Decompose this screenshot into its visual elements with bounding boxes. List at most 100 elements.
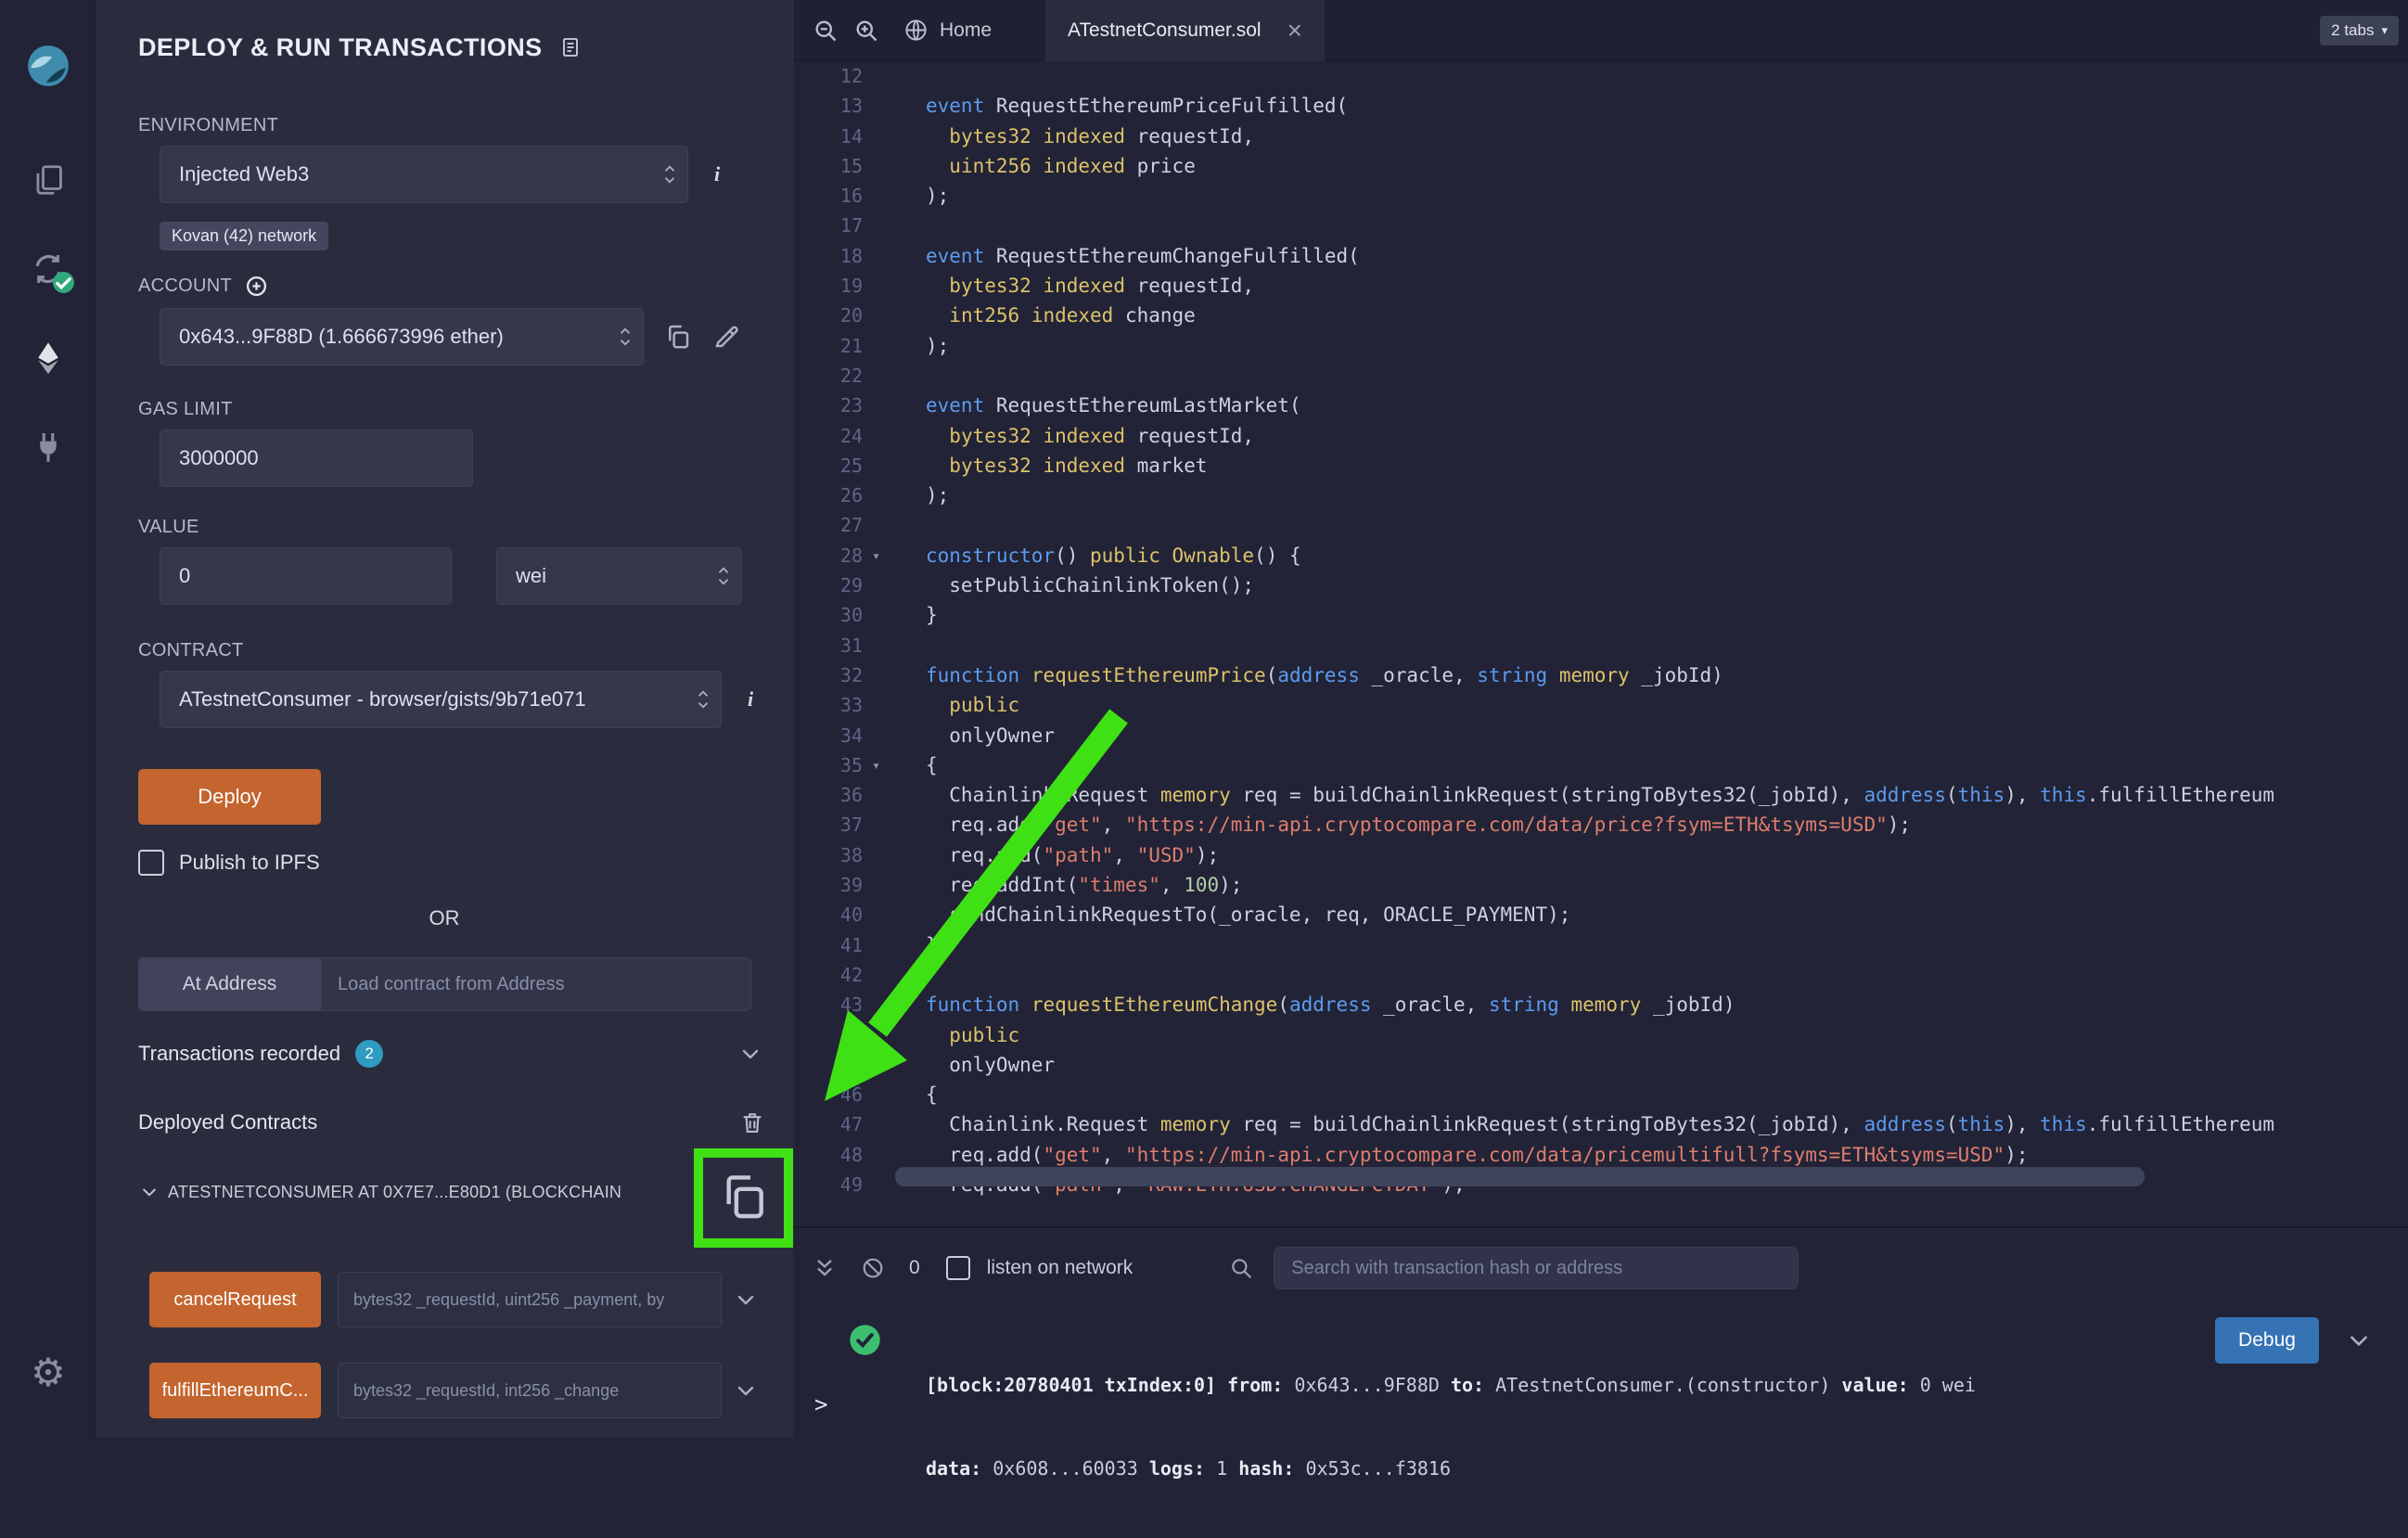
panel-title: DEPLOY & RUN TRANSACTIONS <box>138 33 543 62</box>
at-address-button[interactable]: At Address <box>138 957 321 1011</box>
chevron-down-icon[interactable] <box>735 1288 757 1311</box>
environment-value: Injected Web3 <box>179 162 309 186</box>
code-line-43: 43function requestEthereumChange(address… <box>794 990 2408 1019</box>
select-stepper-icon <box>661 162 678 187</box>
code-line-26: 26); <box>794 481 2408 510</box>
code-line-34: 34 onlyOwner <box>794 721 2408 750</box>
code-line-31: 31 <box>794 631 2408 660</box>
line-number: 19 <box>794 271 863 301</box>
settings-gear-icon[interactable]: ⚙ <box>28 1352 69 1393</box>
method-args-input[interactable]: bytes32 _requestId, int256 _change <box>338 1363 722 1418</box>
value-unit-select[interactable]: wei <box>496 547 742 605</box>
edit-account-pencil-icon[interactable] <box>712 323 740 351</box>
deploy-run-icon[interactable] <box>28 338 69 378</box>
code-text: event RequestEthereumPriceFulfilled( <box>926 91 1348 121</box>
transactions-recorded-label: Transactions recorded <box>138 1042 340 1066</box>
gas-limit-input[interactable] <box>160 429 473 487</box>
contract-info-icon[interactable]: i <box>748 687 753 711</box>
code-text: public <box>926 1020 1019 1050</box>
deployed-contract-header[interactable]: ATESTNETCONSUMER AT 0X7E7...E80D1 (BLOCK… <box>140 1178 687 1206</box>
code-text: Chainlink.Request memory req = buildChai… <box>926 780 2274 810</box>
code-text: } <box>926 600 938 630</box>
code-text: uint256 indexed price <box>926 151 1196 181</box>
terminal-search-input[interactable] <box>1274 1247 1799 1289</box>
at-address-input[interactable] <box>321 957 751 1011</box>
line-number: 16 <box>794 181 863 211</box>
close-tab-icon[interactable]: × <box>1287 18 1302 44</box>
at-address-row: At Address <box>138 957 751 1011</box>
line-number: 30 <box>794 600 863 630</box>
gas-limit-label: GAS LIMIT <box>138 399 794 420</box>
editor-region: Home ATestnetConsumer.sol × 2 tabs ▾ 121… <box>794 0 2408 1438</box>
line-number: 17 <box>794 211 863 240</box>
publish-ipfs-row: Publish to IPFS <box>138 849 794 877</box>
clear-console-icon[interactable] <box>861 1256 885 1280</box>
code-line-36: 36 Chainlink.Request memory req = buildC… <box>794 780 2408 810</box>
deployed-contracts-row: Deployed Contracts <box>138 1108 788 1137</box>
transaction-log-entry[interactable]: [block:20780401 txIndex:0] from: 0x643..… <box>794 1315 2408 1377</box>
editor-tabbar: Home ATestnetConsumer.sol × 2 tabs ▾ <box>794 0 2408 61</box>
line-number: 44 <box>794 1020 863 1050</box>
line-number: 21 <box>794 331 863 361</box>
code-text: req.addInt("times", 100); <box>926 870 1242 900</box>
plugin-manager-icon[interactable] <box>28 427 69 468</box>
add-account-plus-icon[interactable] <box>245 275 268 298</box>
debug-button[interactable]: Debug <box>2215 1317 2319 1364</box>
code-text: ); <box>926 181 949 211</box>
contract-method-row: cancelRequest bytes32 _requestId, uint256… <box>149 1271 794 1328</box>
code-text: sendChainlinkRequestTo(_oracle, req, ORA… <box>926 900 1570 929</box>
chevron-down-icon[interactable] <box>739 1043 762 1065</box>
method-args-input[interactable]: bytes32 _requestId, uint256 _payment, by <box>338 1272 722 1327</box>
chevron-down-icon[interactable] <box>2347 1328 2371 1352</box>
environment-select[interactable]: Injected Web3 <box>160 146 688 203</box>
account-value: 0x643...9F88D (1.666673996 ether) <box>179 325 504 349</box>
code-editor[interactable]: 1213event RequestEthereumPriceFulfilled(… <box>794 61 2408 1226</box>
remix-logo-icon[interactable] <box>25 43 71 89</box>
chevron-down-icon[interactable] <box>735 1379 757 1402</box>
deploy-button[interactable]: Deploy <box>138 769 321 825</box>
line-number: 48 <box>794 1140 863 1170</box>
horizontal-scrollbar[interactable] <box>895 1167 2145 1186</box>
line-number: 27 <box>794 510 863 540</box>
tab-home[interactable]: Home <box>903 18 992 43</box>
fold-icon: ▾ <box>863 541 926 570</box>
environment-info-icon[interactable]: i <box>714 162 720 186</box>
code-line-46: 46{ <box>794 1080 2408 1109</box>
listen-network-checkbox[interactable] <box>946 1256 970 1280</box>
copy-contract-address-icon[interactable] <box>718 1171 770 1223</box>
contract-value: ATestnetConsumer - browser/gists/9b71e07… <box>179 687 586 711</box>
account-select[interactable]: 0x643...9F88D (1.666673996 ether) <box>160 308 644 365</box>
expand-terminal-icon[interactable] <box>813 1256 837 1280</box>
listen-network-label: listen on network <box>987 1257 1134 1279</box>
transactions-recorded-row: Transactions recorded 2 <box>138 1039 788 1069</box>
code-line-12: 12 <box>794 61 2408 91</box>
value-input[interactable] <box>160 547 452 605</box>
docs-icon[interactable] <box>559 36 582 58</box>
chevron-down-icon[interactable] <box>140 1183 159 1201</box>
contract-methods: cancelRequest bytes32 _requestId, uint256… <box>138 1271 794 1419</box>
solidity-compiler-icon[interactable] <box>28 249 69 289</box>
zoom-out-icon[interactable] <box>813 18 839 44</box>
terminal-toolbar: 0 listen on network <box>794 1245 2408 1291</box>
tab-active-file[interactable]: ATestnetConsumer.sol × <box>1045 0 1325 61</box>
code-text: ); <box>926 331 949 361</box>
contract-select[interactable]: ATestnetConsumer - browser/gists/9b71e07… <box>160 671 722 728</box>
line-number: 14 <box>794 122 863 151</box>
trash-icon[interactable] <box>739 1109 765 1135</box>
method-button-cancelrequest[interactable]: cancelRequest <box>149 1272 321 1327</box>
success-check-icon <box>848 1323 882 1357</box>
code-text: function requestEthereumChange(address _… <box>926 990 1735 1019</box>
code-line-20: 20 int256 indexed change <box>794 301 2408 330</box>
line-number: 31 <box>794 631 863 660</box>
file-explorer-icon[interactable] <box>28 160 69 200</box>
code-line-15: 15 uint256 indexed price <box>794 151 2408 181</box>
copy-account-icon[interactable] <box>664 323 692 351</box>
code-line-44: 44 public <box>794 1020 2408 1050</box>
code-line-17: 17 <box>794 211 2408 240</box>
method-button-fulfillethereumc[interactable]: fulfillEthereumC... <box>149 1363 321 1418</box>
code-line-39: 39 req.addInt("times", 100); <box>794 870 2408 900</box>
line-number: 45 <box>794 1050 863 1080</box>
publish-ipfs-checkbox[interactable] <box>138 850 164 876</box>
zoom-in-icon[interactable] <box>853 18 879 44</box>
tabs-count-dropdown[interactable]: 2 tabs ▾ <box>2320 16 2399 45</box>
